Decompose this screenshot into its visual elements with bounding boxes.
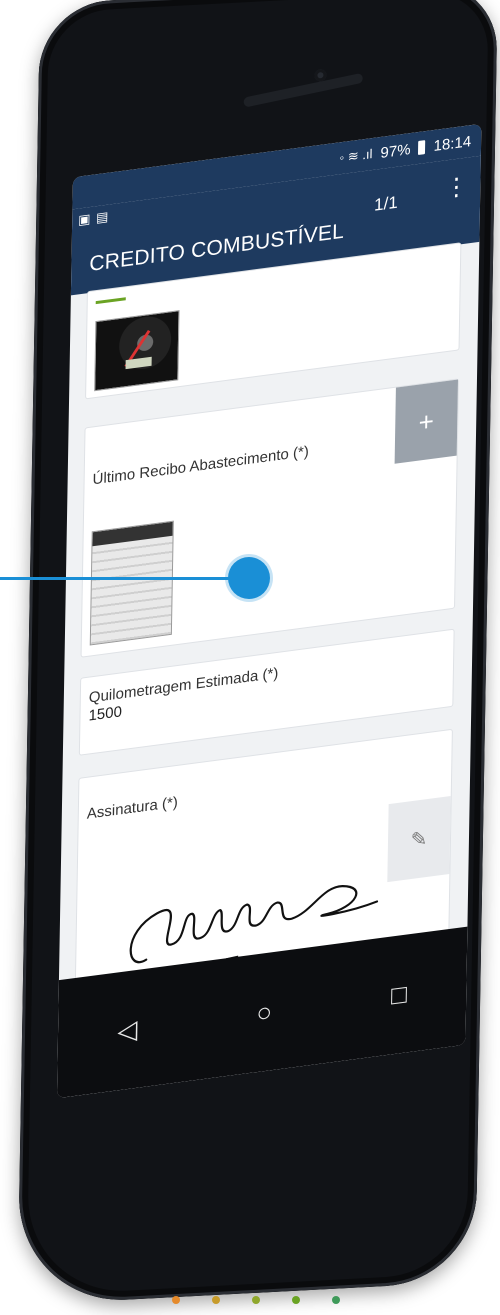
page-counter: 1/1 — [373, 192, 398, 215]
dot-teal — [332, 1296, 340, 1304]
decorative-dots — [172, 1296, 340, 1304]
receipt-label: Último Recibo Abastecimento (*) — [92, 442, 309, 489]
clock: 18:14 — [433, 132, 472, 155]
signature-label: Assinatura (*) — [86, 793, 178, 823]
dot-orange — [172, 1296, 180, 1304]
form-content: Último Recibo Abastecimento (*) + Quilom… — [59, 240, 480, 982]
km-label: Quilometragem Estimada (*) — [88, 664, 279, 707]
receipt-field-card: Último Recibo Abastecimento (*) + — [80, 378, 460, 658]
battery-icon — [418, 140, 426, 155]
battery-percent: 97% — [380, 140, 411, 162]
overflow-menu-icon[interactable]: ⋮ — [444, 172, 469, 202]
odometer-photo-thumbnail[interactable] — [94, 310, 180, 392]
receipt-header-strip — [92, 521, 173, 547]
gauge-display — [125, 356, 152, 370]
phone-frame: ◦ ≋ .ıl 97% 18:14 ▣ ▤ CREDITO COMBUSTÍVE… — [17, 0, 498, 1306]
km-input[interactable]: 1500 — [88, 703, 122, 724]
back-icon[interactable]: ◁ — [117, 1013, 138, 1047]
add-photo-button[interactable]: + — [394, 379, 458, 464]
app-screen: ◦ ≋ .ıl 97% 18:14 ▣ ▤ CREDITO COMBUSTÍVE… — [56, 123, 482, 1099]
recents-icon[interactable]: □ — [391, 978, 407, 1011]
earpiece-speaker — [243, 72, 364, 108]
notification-icons: ▣ ▤ — [78, 208, 110, 228]
callout-line — [0, 577, 240, 580]
receipt-photo-thumbnail[interactable] — [89, 520, 174, 646]
status-icons: ◦ ≋ .ıl — [339, 146, 373, 166]
dot-olive — [252, 1296, 260, 1304]
home-icon[interactable]: ○ — [256, 996, 272, 1029]
dot-green — [292, 1296, 300, 1304]
accent-divider — [95, 297, 126, 305]
dot-gold — [212, 1296, 220, 1304]
callout-dot — [228, 557, 270, 599]
